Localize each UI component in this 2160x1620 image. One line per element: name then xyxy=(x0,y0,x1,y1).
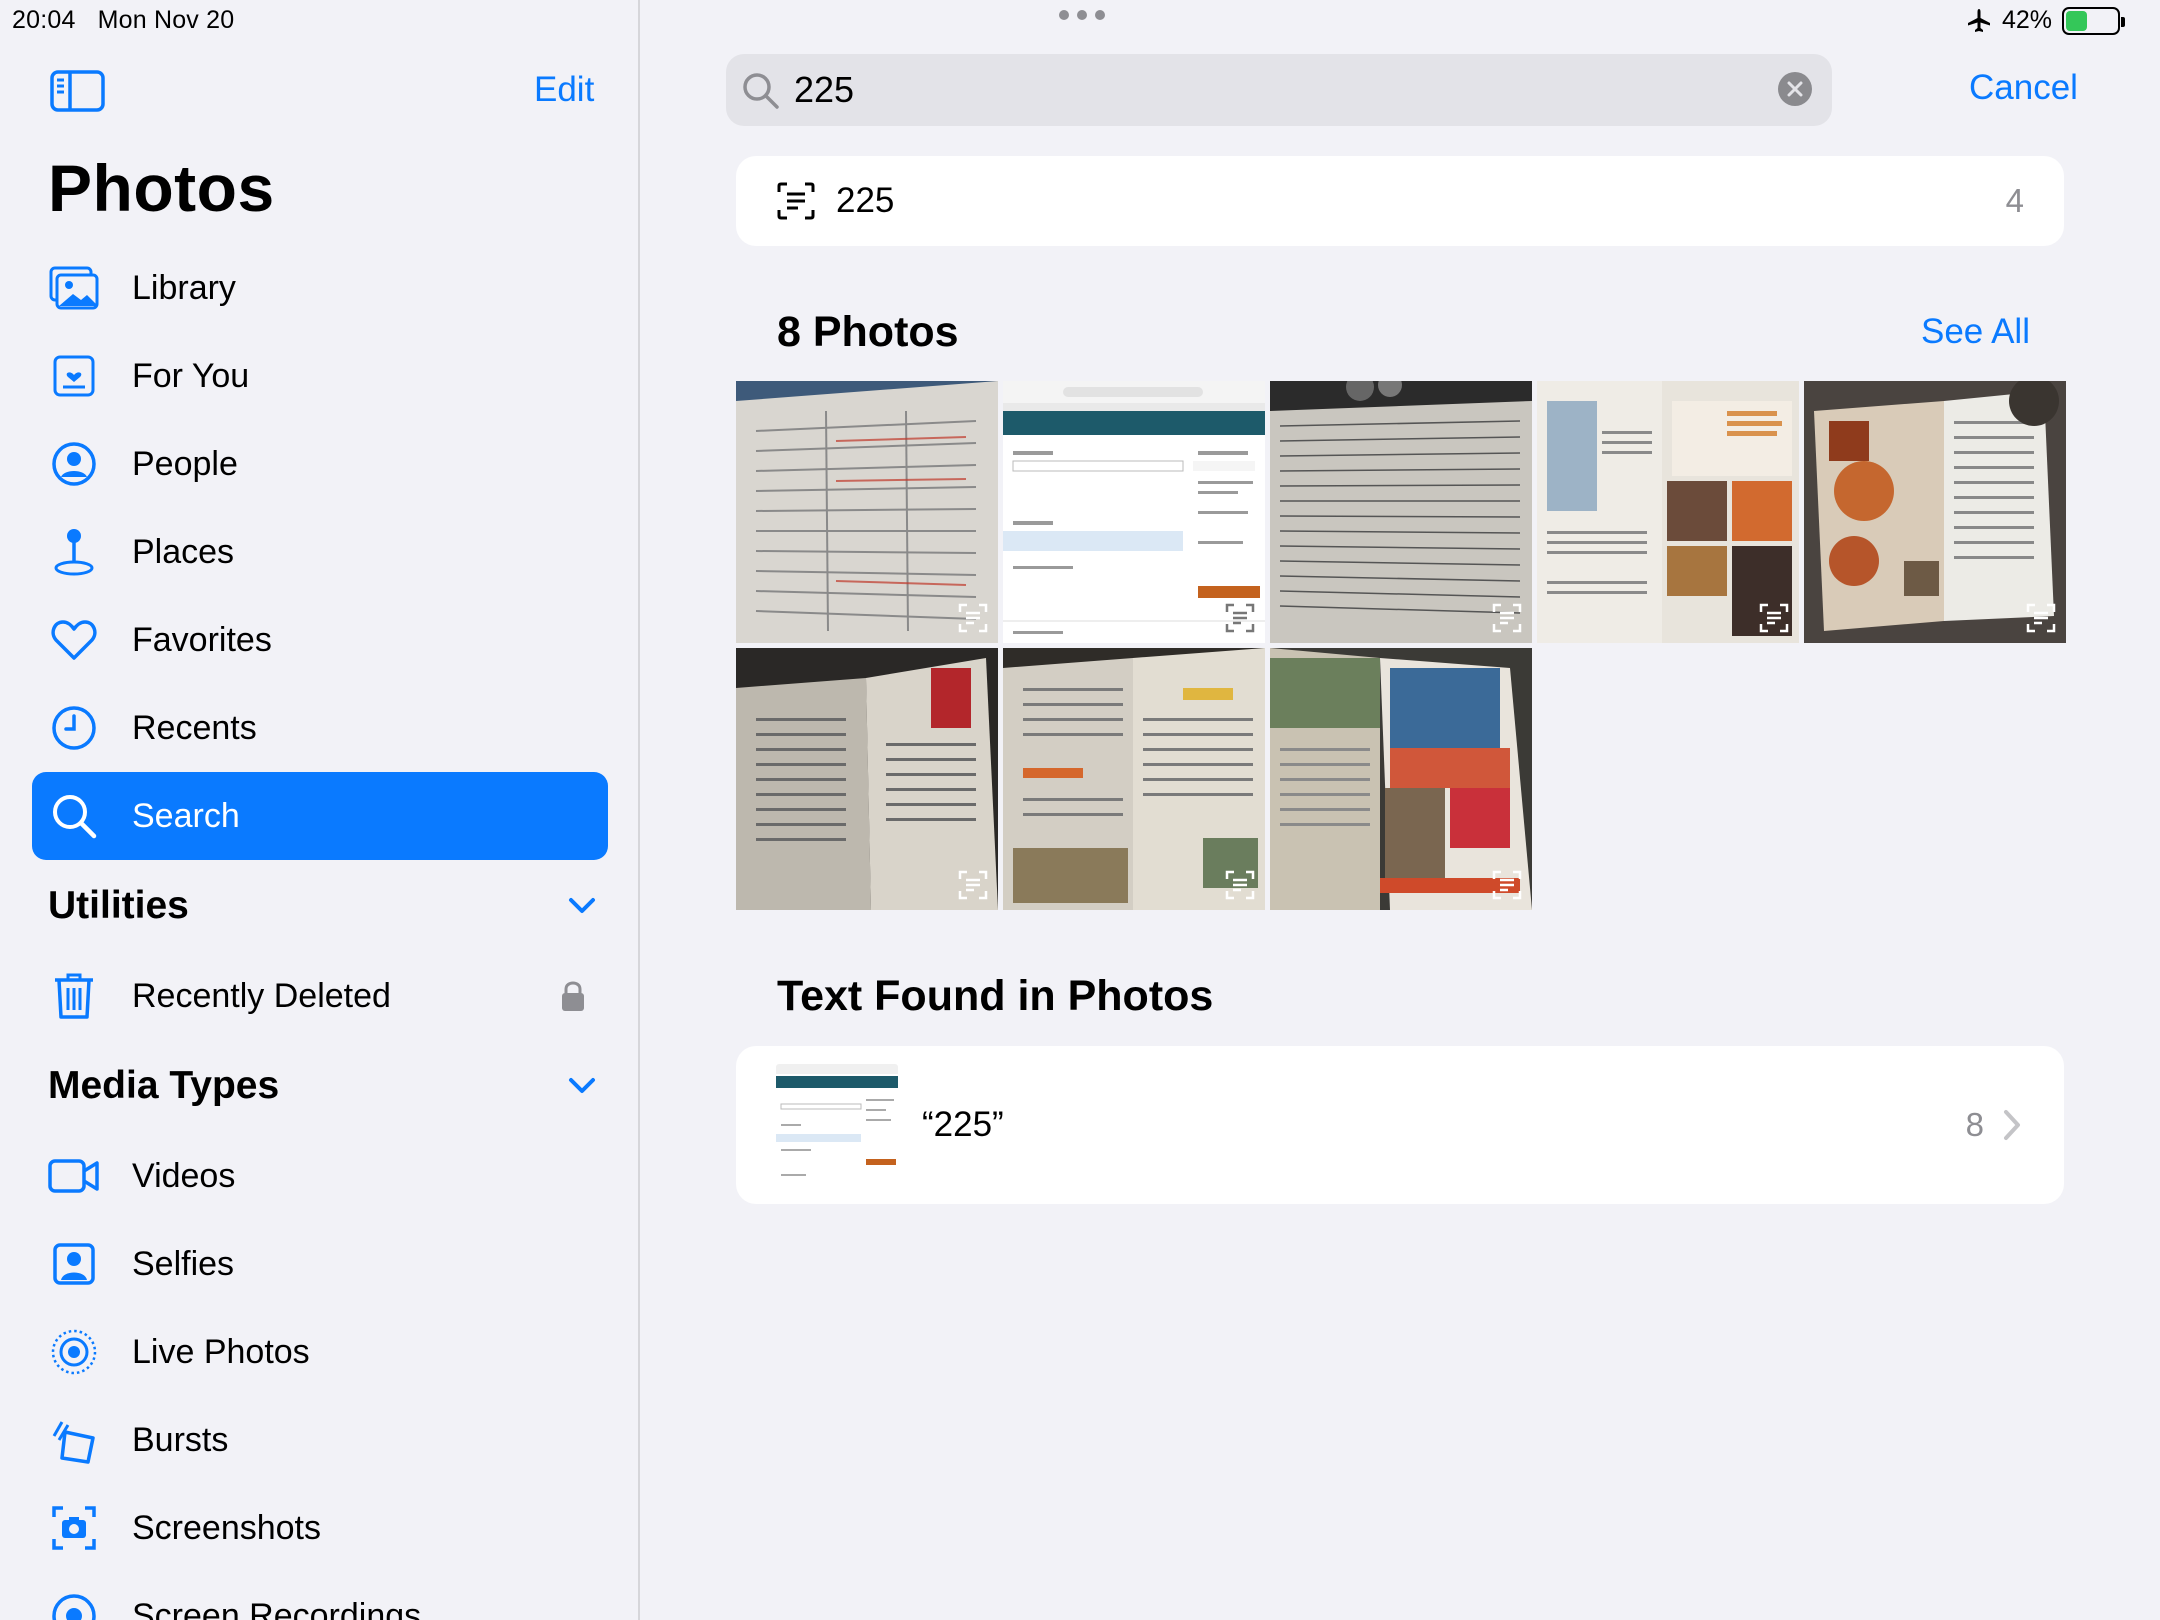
text-scan-icon xyxy=(1492,603,1522,633)
photos-section-title: 8 Photos xyxy=(777,308,959,356)
chevron-right-icon xyxy=(2004,1110,2020,1140)
chevron-down-icon xyxy=(569,898,595,913)
sidebar-item-label: Screenshots xyxy=(132,1508,321,1547)
bursts-icon xyxy=(46,1412,102,1468)
sidebar-item-label: For You xyxy=(132,356,250,395)
sidebar-item-for-you[interactable]: For You xyxy=(32,332,608,420)
search-input[interactable] xyxy=(794,69,1754,111)
photo-thumbnail[interactable] xyxy=(736,648,998,910)
text-found-count: 8 xyxy=(1965,1106,1984,1143)
sidebar-item-label: Bursts xyxy=(132,1420,229,1459)
utilities-title: Utilities xyxy=(48,884,189,927)
text-search-suggestion[interactable]: 225 4 xyxy=(736,156,2064,246)
search-bar[interactable] xyxy=(726,54,1832,126)
text-found-label: “225” xyxy=(922,1105,1004,1144)
sidebar-toggle-icon[interactable] xyxy=(50,70,105,112)
battery-percent: 42% xyxy=(2001,6,2052,34)
close-icon xyxy=(1787,81,1803,97)
status-time: 20:04 xyxy=(12,6,76,34)
photo-thumbnail[interactable] xyxy=(736,381,998,643)
sidebar-item-label: Favorites xyxy=(132,620,272,659)
screen-recording-icon xyxy=(46,1588,102,1620)
text-scan-icon xyxy=(1492,870,1522,900)
sidebar: 20:04 Mon Nov 20 Edit Photos Library For … xyxy=(0,0,640,1620)
for-you-icon xyxy=(46,348,102,404)
heart-icon xyxy=(46,612,102,668)
sidebar-item-screen-recordings[interactable]: Screen Recordings xyxy=(32,1572,608,1620)
sidebar-item-label: Search xyxy=(132,796,240,835)
text-scan-icon xyxy=(1225,603,1255,633)
airplane-icon xyxy=(1967,8,1990,32)
sidebar-item-label: Screen Recordings xyxy=(132,1596,422,1620)
suggestion-count: 4 xyxy=(2005,182,2024,219)
media-types-section-header[interactable]: Media Types xyxy=(48,1056,608,1116)
edit-button[interactable]: Edit xyxy=(534,70,594,110)
search-icon xyxy=(743,73,779,109)
utilities-section-header[interactable]: Utilities xyxy=(48,876,608,936)
library-icon xyxy=(46,260,102,316)
main-content: 42% Cancel 225 4 8 Photos See All xyxy=(642,0,2160,1620)
sidebar-item-people[interactable]: People xyxy=(32,420,608,508)
selfie-icon xyxy=(46,1236,102,1292)
clear-search-button[interactable] xyxy=(1778,72,1812,106)
sidebar-item-label: Recents xyxy=(132,708,257,747)
sidebar-item-label: Selfies xyxy=(132,1244,235,1283)
page-title: Photos xyxy=(48,151,275,225)
suggestion-text: 225 xyxy=(836,181,895,220)
media-types-title: Media Types xyxy=(48,1064,280,1107)
text-scan-icon xyxy=(958,603,988,633)
sidebar-item-selfies[interactable]: Selfies xyxy=(32,1220,608,1308)
sidebar-item-places[interactable]: Places xyxy=(32,508,608,596)
text-scan-icon xyxy=(958,870,988,900)
photo-thumbnail[interactable] xyxy=(1270,648,1532,910)
search-icon xyxy=(46,788,102,844)
sidebar-item-recents[interactable]: Recents xyxy=(32,684,608,772)
sidebar-item-search[interactable]: Search xyxy=(32,772,608,860)
sidebar-item-videos[interactable]: Videos xyxy=(32,1132,608,1220)
status-bar-left: 20:04 Mon Nov 20 xyxy=(12,6,256,35)
text-scan-icon xyxy=(1759,603,1789,633)
clock-icon xyxy=(46,700,102,756)
battery-fill xyxy=(2066,10,2087,31)
places-icon xyxy=(46,524,102,580)
photo-thumbnail[interactable] xyxy=(1003,381,1265,643)
sidebar-item-label: Videos xyxy=(132,1156,236,1195)
photo-thumbnail[interactable] xyxy=(1537,381,1799,643)
text-found-section-title: Text Found in Photos xyxy=(777,972,1214,1020)
cancel-button[interactable]: Cancel xyxy=(1969,68,2078,108)
text-scan-icon xyxy=(777,182,815,220)
lock-icon xyxy=(562,981,584,1011)
sidebar-item-label: Recently Deleted xyxy=(132,976,391,1015)
text-found-row[interactable]: “225” 8 xyxy=(736,1046,2064,1204)
photo-thumbnail[interactable] xyxy=(1003,648,1265,910)
sidebar-item-label: Library xyxy=(132,268,236,307)
text-found-thumbnail xyxy=(776,1064,898,1186)
multitasking-dots[interactable] xyxy=(1059,10,1105,20)
live-photo-icon xyxy=(46,1324,102,1380)
trash-icon xyxy=(46,968,102,1024)
sidebar-item-bursts[interactable]: Bursts xyxy=(32,1396,608,1484)
photo-thumbnail[interactable] xyxy=(1270,381,1532,643)
text-scan-icon xyxy=(2026,603,2056,633)
sidebar-item-recently-deleted[interactable]: Recently Deleted xyxy=(32,952,608,1040)
sidebar-item-screenshots[interactable]: Screenshots xyxy=(32,1484,608,1572)
video-icon xyxy=(46,1148,102,1204)
sidebar-item-live-photos[interactable]: Live Photos xyxy=(32,1308,608,1396)
people-icon xyxy=(46,436,102,492)
photo-thumbnail[interactable] xyxy=(1804,381,2066,643)
sidebar-item-label: Live Photos xyxy=(132,1332,310,1371)
status-date: Mon Nov 20 xyxy=(97,6,235,34)
battery-icon xyxy=(2062,6,2125,35)
sidebar-item-label: Places xyxy=(132,532,235,571)
sidebar-item-favorites[interactable]: Favorites xyxy=(32,596,608,684)
status-bar-right: 42% xyxy=(1966,6,2125,35)
see-all-button[interactable]: See All xyxy=(1921,312,2030,352)
text-scan-icon xyxy=(1225,870,1255,900)
sidebar-item-library[interactable]: Library xyxy=(32,244,608,332)
screenshot-icon xyxy=(46,1500,102,1556)
chevron-down-icon xyxy=(569,1078,595,1093)
sidebar-item-label: People xyxy=(132,444,238,483)
